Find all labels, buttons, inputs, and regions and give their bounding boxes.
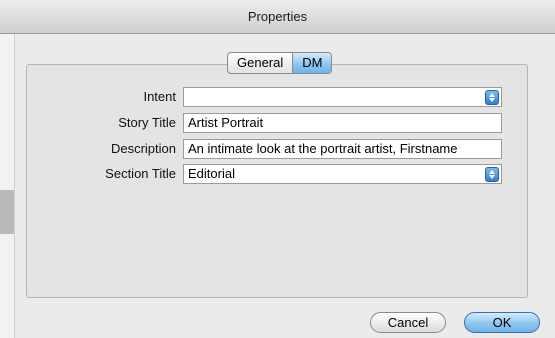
description-row: Description An intimate look at the port… xyxy=(0,139,555,159)
background-window-edge xyxy=(0,34,15,338)
intent-label: Intent xyxy=(143,89,176,104)
story-title-field[interactable]: Artist Portrait xyxy=(183,113,502,133)
tab-selector: General DM xyxy=(227,52,333,74)
tab-dm[interactable]: DM xyxy=(293,53,332,73)
section-title-select[interactable]: Editorial xyxy=(183,164,502,184)
intent-select[interactable] xyxy=(183,87,502,107)
section-title-stepper-icon[interactable] xyxy=(485,167,499,182)
background-window-control xyxy=(0,190,14,234)
section-title-value: Editorial xyxy=(188,166,235,181)
section-title-label: Section Title xyxy=(105,166,176,181)
story-title-label: Story Title xyxy=(118,115,176,130)
section-title-row: Section Title Editorial xyxy=(0,164,555,184)
description-label: Description xyxy=(110,141,176,156)
intent-row: Intent xyxy=(0,87,555,107)
ok-button[interactable]: OK xyxy=(464,312,540,333)
cancel-button[interactable]: Cancel xyxy=(370,312,446,333)
intent-stepper-icon[interactable] xyxy=(485,90,499,105)
description-field[interactable]: An intimate look at the portrait artist,… xyxy=(183,139,502,159)
story-title-row: Story Title Artist Portrait xyxy=(0,113,555,133)
properties-dialog: Properties General DM Intent Story Title… xyxy=(0,0,555,338)
window-title: Properties xyxy=(0,0,555,34)
tab-general[interactable]: General xyxy=(228,53,294,73)
